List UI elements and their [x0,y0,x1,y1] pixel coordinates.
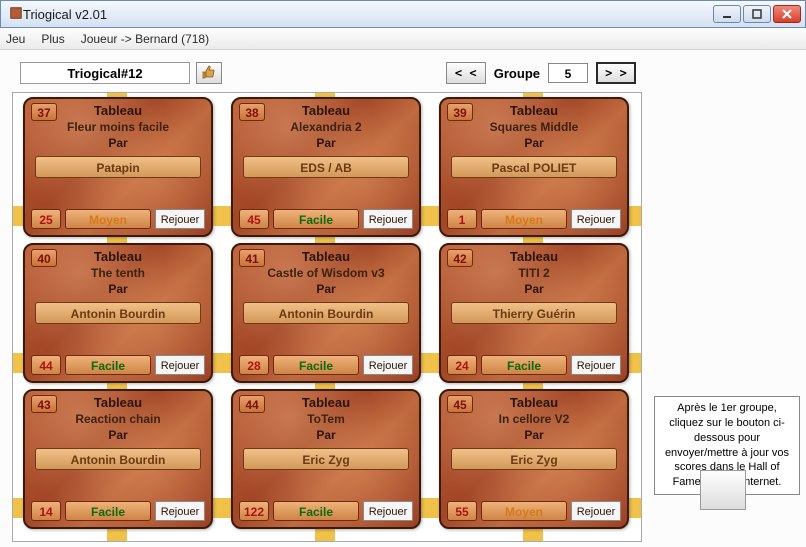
par-label: Par [25,282,211,296]
upload-scores-button[interactable] [700,470,746,510]
replay-button[interactable]: Rejouer [363,501,413,521]
board-difficulty: Facile [273,501,359,521]
group-label: Groupe [494,66,540,81]
board-score: 55 [447,501,477,521]
board-number-badge: 41 [239,249,265,267]
par-label: Par [441,428,627,442]
board-author: Antonin Bourdin [35,302,201,324]
board-number-badge: 43 [31,395,57,413]
par-label: Par [441,136,627,150]
board-difficulty: Facile [273,355,359,375]
par-label: Par [25,428,211,442]
board-score: 44 [31,355,61,375]
board-difficulty: Moyen [481,209,567,229]
board-difficulty: Facile [273,209,359,229]
minimize-button[interactable] [713,5,741,23]
boards-grid: 37TableauFleur moins facileParPatapin25M… [12,92,642,542]
par-label: Par [233,428,419,442]
maximize-button[interactable] [743,5,771,23]
board-difficulty: Moyen [65,209,151,229]
board-author: Antonin Bourdin [35,448,201,470]
menu-plus[interactable]: Plus [41,32,64,46]
replay-button[interactable]: Rejouer [155,209,205,229]
board-score: 1 [447,209,477,229]
thumbs-up-button[interactable] [196,62,222,84]
window-title: Triogical v2.01 [23,7,713,22]
board-difficulty: Facile [65,355,151,375]
menu-bar: Jeu Plus Joueur -> Bernard (718) [0,28,806,50]
board-author: Pascal POLIET [451,156,617,178]
par-label: Par [25,136,211,150]
par-label: Par [441,282,627,296]
board-card[interactable]: 38TableauAlexandria 2ParEDS / AB45Facile… [231,97,421,237]
app-icon [9,6,23,23]
replay-button[interactable]: Rejouer [571,501,621,521]
board-author: Thierry Guérin [451,302,617,324]
board-card[interactable]: 40TableauThe tenthParAntonin Bourdin44Fa… [23,243,213,383]
board-title: Fleur moins facile [25,120,211,134]
board-author: EDS / AB [243,156,409,178]
board-title: Reaction chain [25,412,211,426]
board-difficulty: Facile [481,355,567,375]
close-button[interactable] [773,5,801,23]
board-number-badge: 39 [447,103,473,121]
replay-button[interactable]: Rejouer [571,355,621,375]
board-title: TITI 2 [441,266,627,280]
replay-button[interactable]: Rejouer [571,209,621,229]
board-card[interactable]: 42TableauTITI 2ParThierry Guérin24Facile… [439,243,629,383]
board-title: In cellore V2 [441,412,627,426]
board-score: 45 [239,209,269,229]
sequence-name-field[interactable]: Triogical#12 [20,62,190,84]
board-card[interactable]: 39TableauSquares MiddleParPascal POLIET1… [439,97,629,237]
board-card[interactable]: 45TableauIn cellore V2ParEric Zyg55Moyen… [439,389,629,529]
board-number-badge: 44 [239,395,265,413]
board-number-badge: 37 [31,103,57,121]
board-score: 24 [447,355,477,375]
board-card[interactable]: 41TableauCastle of Wisdom v3ParAntonin B… [231,243,421,383]
board-author: Antonin Bourdin [243,302,409,324]
board-difficulty: Moyen [481,501,567,521]
board-author: Eric Zyg [243,448,409,470]
group-next-button[interactable]: > > [596,62,636,84]
board-number-badge: 42 [447,249,473,267]
replay-button[interactable]: Rejouer [155,355,205,375]
board-number-badge: 45 [447,395,473,413]
board-title: Alexandria 2 [233,120,419,134]
board-number-badge: 38 [239,103,265,121]
board-card[interactable]: 44TableauToTemParEric Zyg122FacileRejoue… [231,389,421,529]
board-card[interactable]: 37TableauFleur moins facileParPatapin25M… [23,97,213,237]
board-title: The tenth [25,266,211,280]
board-card[interactable]: 43TableauReaction chainParAntonin Bourdi… [23,389,213,529]
board-score: 25 [31,209,61,229]
board-title: Castle of Wisdom v3 [233,266,419,280]
board-difficulty: Facile [65,501,151,521]
par-label: Par [233,282,419,296]
board-title: Squares Middle [441,120,627,134]
menu-joueur[interactable]: Joueur -> Bernard (718) [81,32,209,46]
replay-button[interactable]: Rejouer [155,501,205,521]
window-titlebar: Triogical v2.01 [0,0,806,28]
menu-jeu[interactable]: Jeu [6,32,25,46]
board-title: ToTem [233,412,419,426]
board-author: Eric Zyg [451,448,617,470]
board-number-badge: 40 [31,249,57,267]
group-prev-button[interactable]: < < [446,62,486,84]
board-score: 28 [239,355,269,375]
replay-button[interactable]: Rejouer [363,209,413,229]
par-label: Par [233,136,419,150]
replay-button[interactable]: Rejouer [363,355,413,375]
thumbs-up-icon [201,64,217,83]
board-score: 122 [239,501,269,521]
board-score: 14 [31,501,61,521]
board-author: Patapin [35,156,201,178]
group-number-field[interactable]: 5 [548,63,588,83]
